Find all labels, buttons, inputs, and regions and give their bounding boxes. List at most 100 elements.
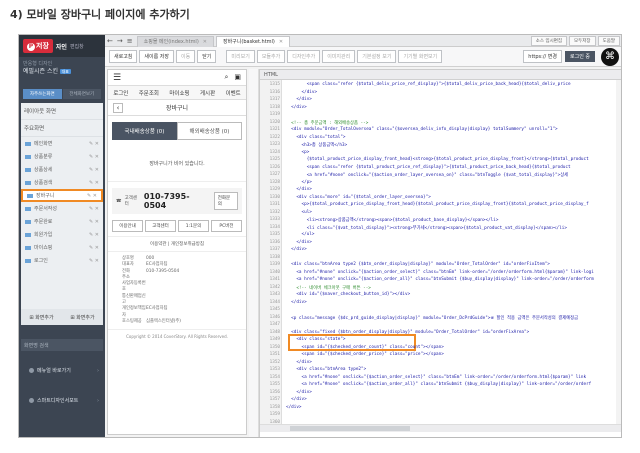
code-line[interactable]: <!-- 총 주문금액 : 해외배송상품 -->: [286, 120, 368, 126]
panel-divider[interactable]: [249, 69, 259, 437]
back-icon[interactable]: ‹: [113, 102, 123, 113]
code-line[interactable]: {$total_product_price_display_front_head…: [286, 157, 589, 162]
manual-link[interactable]: 메뉴얼 바로가기 ›: [21, 367, 103, 374]
code-line[interactable]: </div>: [286, 105, 307, 110]
code-line[interactable]: <div class="more" id="{$total_order_laye…: [286, 195, 431, 200]
section-main[interactable]: 주요화면: [21, 120, 103, 137]
code-line[interactable]: </p>: [286, 180, 312, 185]
editor-body[interactable]: 1315 <span class="refer {$total_deliv_pr…: [260, 80, 621, 424]
code-line[interactable]: <span class="refer {$total_deliv_price_r…: [286, 82, 571, 87]
tab-frequent-screens[interactable]: 자주쓰는화면: [23, 89, 62, 99]
search-icon[interactable]: ⌕: [224, 73, 228, 82]
horizontal-scrollbar[interactable]: [260, 424, 621, 432]
code-line[interactable]: <p>{$total_product_price_display_front_h…: [286, 202, 589, 207]
sidebar-item-detail[interactable]: 상품상세 ✎ ✕: [21, 163, 103, 176]
code-line[interactable]: <a href="#none" onclick="{$action_order_…: [286, 172, 568, 178]
scroll-thumb[interactable]: [290, 426, 410, 431]
code-line[interactable]: <h3>총 상품금액</h3>: [286, 142, 348, 148]
code-line[interactable]: <a href="#none" onclick="{$action_order_…: [286, 270, 594, 275]
cart-icon[interactable]: ▣: [234, 73, 241, 82]
back-arrow-icon[interactable]: ←: [105, 37, 115, 45]
sidebar-item-myshop[interactable]: 마이쇼핑 ✎ ✕: [21, 241, 103, 254]
edit-delete-icons[interactable]: ✎ ✕: [89, 245, 99, 251]
source-temp-edit-button[interactable]: 소스 임시편집: [530, 35, 568, 46]
tab-domestic[interactable]: 국내배송상품 (0): [112, 122, 177, 140]
forward-arrow-icon[interactable]: →: [115, 37, 125, 45]
guide-button[interactable]: 이용안내: [112, 220, 143, 232]
code-line[interactable]: <!-- 네이버 체크아웃 구매 버튼 -->: [286, 285, 371, 291]
close-icon[interactable]: ✕: [279, 39, 283, 45]
code-line[interactable]: </div>: [286, 405, 302, 410]
cs-button[interactable]: 고객센터: [145, 220, 176, 232]
code-line[interactable]: <div class="btnArea type2 {$btn_order_di…: [286, 262, 550, 267]
code-line[interactable]: </div>: [286, 247, 307, 252]
sidebar-item-order-complete[interactable]: 주문완료 ✎ ✕: [21, 215, 103, 228]
code-line[interactable]: <span id="{$checked_order_price}" class=…: [286, 352, 444, 357]
image-manage-button[interactable]: 이미지관리: [322, 50, 356, 63]
tab-basket[interactable]: 장바구니(basket.html) ✕: [215, 35, 291, 47]
policy-links[interactable]: 이용약관 | 개인정보취급방침: [108, 236, 246, 252]
sidebar-item-login[interactable]: 로그인 ✎ ✕: [21, 254, 103, 267]
qna-button[interactable]: 1:1문의: [178, 220, 209, 232]
preview-button[interactable]: 미리보기: [226, 50, 255, 63]
code-line[interactable]: <a href="#none" onclick="{$action_order_…: [286, 375, 587, 380]
device-view-button[interactable]: 기기별 화면보기: [398, 50, 443, 63]
tab-overseas[interactable]: 해외배송상품 (0): [177, 122, 242, 140]
section-layout[interactable]: 레이아웃 화면: [21, 103, 103, 120]
menu-login[interactable]: 로그인: [113, 89, 128, 97]
code-line[interactable]: <div class="fixed {$btn_order_display|di…: [286, 330, 529, 335]
menu-event[interactable]: 이벤트: [226, 89, 241, 97]
code-editor[interactable]: HTML 1315 <span class="refer {$total_del…: [259, 69, 621, 437]
add-screen-button-2[interactable]: ⊞ 화면추가: [70, 314, 94, 321]
call-button[interactable]: 전화문의: [213, 192, 238, 210]
code-line[interactable]: <a href="#none" onclick="{$action_order_…: [286, 382, 592, 387]
edit-delete-icons[interactable]: ✎ ✕: [89, 154, 99, 160]
command-icon[interactable]: ⌘: [601, 48, 619, 66]
refresh-button[interactable]: 새로고침: [109, 50, 138, 63]
code-line[interactable]: </div>: [286, 360, 312, 365]
code-line[interactable]: <a href="#none" onclick="{$action_order_…: [286, 277, 594, 282]
edit-delete-icons[interactable]: ✎ ✕: [89, 232, 99, 238]
code-line[interactable]: <li class="{$vat_total_display}"><strong…: [286, 225, 567, 231]
sidebar-item-order-form[interactable]: 주문서작성 ✎ ✕: [21, 202, 103, 215]
code-line[interactable]: <span id="{$checked_order_count}" class=…: [286, 345, 444, 350]
save-as-button[interactable]: 새이름 저장: [139, 50, 174, 63]
sidebar-item-join[interactable]: 회원가입 ✎ ✕: [21, 228, 103, 241]
save-badge[interactable]: P 저장: [23, 39, 53, 53]
code-line[interactable]: <ul>: [286, 210, 312, 215]
code-line[interactable]: </div>: [286, 90, 318, 95]
url-input[interactable]: https:// 변경: [523, 50, 562, 63]
sidebar-item-category[interactable]: 상품분류 ✎ ✕: [21, 150, 103, 163]
code-line[interactable]: <p class="message {$dc_prd_guide_display…: [286, 315, 578, 321]
code-line[interactable]: </ul>: [286, 232, 315, 237]
code-line[interactable]: </div>: [286, 300, 307, 305]
code-line[interactable]: <div class="btnArea type2">: [286, 367, 366, 372]
menu-board[interactable]: 게시판: [200, 89, 215, 97]
edit-delete-icons[interactable]: ✎ ✕: [87, 193, 97, 199]
edit-delete-icons[interactable]: ✎ ✕: [89, 206, 99, 212]
close-button[interactable]: 닫기: [197, 50, 217, 63]
code-line[interactable]: </div>: [286, 97, 312, 102]
code-line[interactable]: <div module="Order_TotalOversea" class="…: [286, 127, 557, 132]
help-button[interactable]: 도움말: [597, 35, 620, 46]
edit-delete-icons[interactable]: ✎ ✕: [89, 141, 99, 147]
code-line[interactable]: </div>: [286, 240, 312, 245]
support-link[interactable]: 스마트디자인서포트 ›: [21, 397, 103, 404]
hamburger-icon[interactable]: ☰: [113, 73, 121, 83]
code-line[interactable]: <li><strong>상품금액</strong><span>{$total_p…: [286, 217, 499, 223]
close-icon[interactable]: ✕: [203, 39, 207, 45]
add-design-button[interactable]: 디자인추가: [287, 50, 321, 63]
code-line[interactable]: <span class="refer {$total_product_price…: [286, 165, 571, 170]
code-line[interactable]: </div>: [286, 390, 312, 395]
add-screen-button[interactable]: ⊞ 화면추가: [29, 314, 53, 321]
save-all-button[interactable]: 모두저장: [569, 35, 596, 46]
screen-search-input[interactable]: 화면명 검색: [21, 339, 103, 351]
menu-order-lookup[interactable]: 주문조회: [139, 89, 159, 97]
code-line[interactable]: <div class="total">: [286, 135, 345, 140]
code-line[interactable]: <div class="state">: [286, 337, 345, 342]
move-button[interactable]: 이동: [176, 50, 196, 63]
edit-delete-icons[interactable]: ✎ ✕: [89, 219, 99, 225]
pc-version-button[interactable]: PC버전: [211, 220, 242, 232]
sidebar-item-search[interactable]: 상품검색 ✎ ✕: [21, 176, 103, 189]
tab-all-screens[interactable]: 전체화면보기: [62, 89, 101, 99]
